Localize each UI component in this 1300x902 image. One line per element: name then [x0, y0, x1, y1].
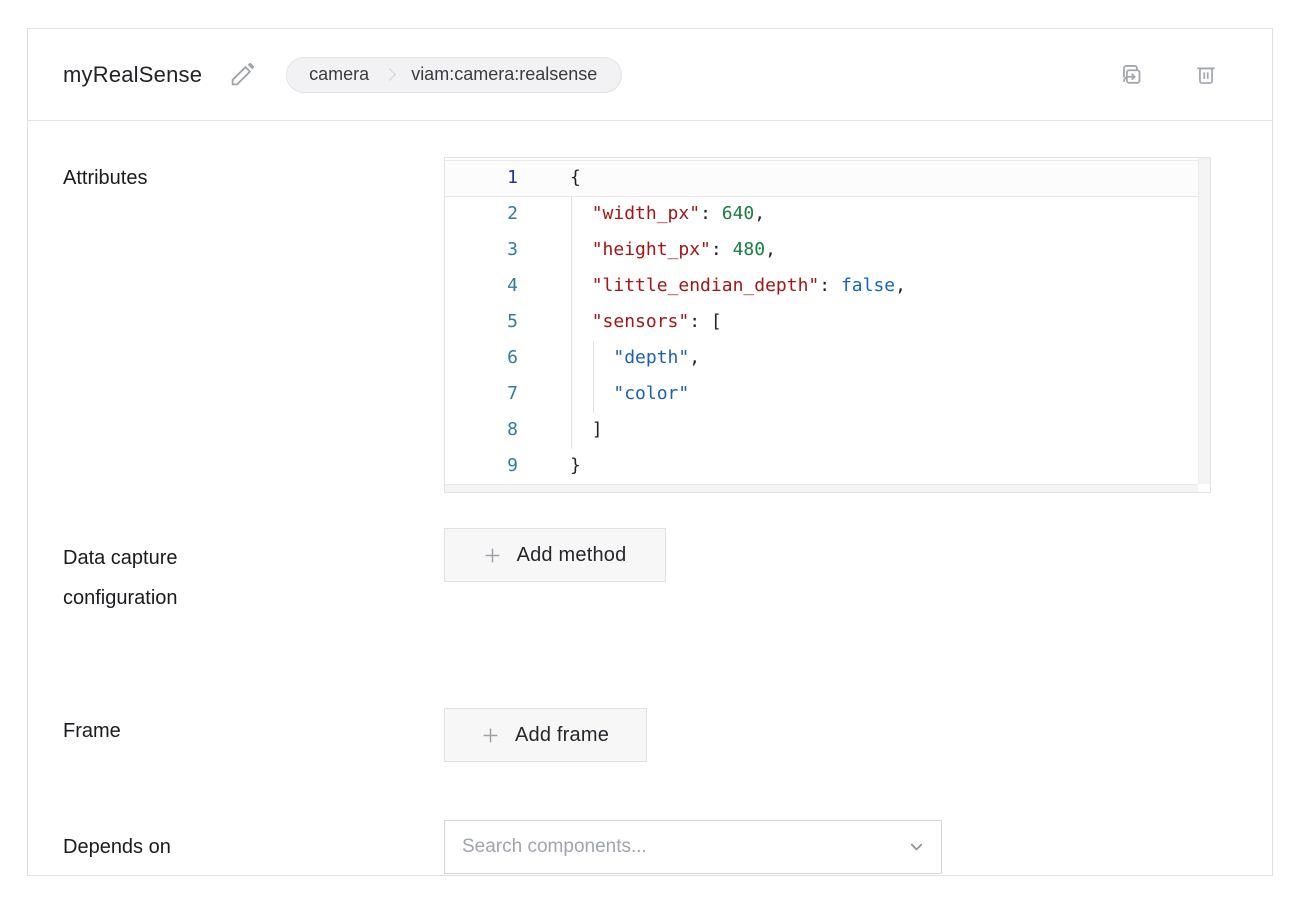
add-frame-button[interactable]: Add frame	[444, 708, 647, 762]
card-header: myRealSense camera viam:camera:realsense	[28, 29, 1272, 121]
plus-icon	[484, 547, 501, 564]
edit-name-button[interactable]	[229, 61, 256, 88]
data-capture-row: Data capture configuration Add method	[28, 528, 1272, 618]
component-name: myRealSense	[63, 62, 202, 88]
data-capture-label: Data capture configuration	[63, 528, 273, 618]
line-number: 4	[445, 268, 518, 304]
line-number: 8	[445, 412, 518, 448]
add-method-label: Add method	[517, 544, 627, 567]
code-line[interactable]: "sensors": [	[570, 304, 1196, 340]
plus-icon	[482, 727, 499, 744]
line-number: 7	[445, 376, 518, 412]
code-line[interactable]: "little_endian_depth": false,	[570, 268, 1196, 304]
attributes-row: Attributes 123456789 { "width_px": 640, …	[28, 157, 1272, 493]
pencil-icon	[229, 61, 256, 88]
type-model-pill: camera viam:camera:realsense	[286, 57, 622, 93]
trash-icon	[1193, 61, 1219, 88]
line-number: 3	[445, 232, 518, 268]
line-number: 1	[445, 160, 518, 196]
frame-row: Frame Add frame	[28, 708, 1272, 762]
line-number: 6	[445, 340, 518, 376]
line-number: 5	[445, 304, 518, 340]
editor-code[interactable]: { "width_px": 640, "height_px": 480, "li…	[570, 160, 1196, 484]
json-editor[interactable]: 123456789 { "width_px": 640, "height_px"…	[444, 157, 1211, 493]
code-line[interactable]: ]	[570, 412, 1196, 448]
attributes-label: Attributes	[63, 157, 444, 191]
add-method-button[interactable]: Add method	[444, 528, 666, 582]
frame-label: Frame	[63, 708, 444, 744]
code-line[interactable]: {	[570, 160, 1196, 196]
duplicate-button[interactable]	[1117, 61, 1144, 88]
depends-on-select	[444, 820, 942, 874]
depends-on-label: Depends on	[63, 820, 444, 860]
add-frame-label: Add frame	[515, 724, 609, 747]
model-label: viam:camera:realsense	[394, 64, 621, 85]
duplicate-icon	[1117, 61, 1144, 88]
code-line[interactable]: "height_px": 480,	[570, 232, 1196, 268]
line-number: 2	[445, 196, 518, 232]
delete-button[interactable]	[1193, 61, 1219, 88]
editor-gutter: 123456789	[445, 160, 518, 484]
editor-vertical-scrollbar[interactable]	[1198, 158, 1210, 484]
code-line[interactable]: "depth",	[570, 340, 1196, 376]
depends-on-row: Depends on	[28, 820, 1272, 874]
search-components-input[interactable]	[444, 820, 942, 874]
type-label: camera	[287, 64, 385, 85]
code-line[interactable]: "color"	[570, 376, 1196, 412]
line-number: 9	[445, 448, 518, 484]
code-line[interactable]: "width_px": 640,	[570, 196, 1196, 232]
header-actions	[1117, 61, 1219, 88]
editor-horizontal-scrollbar[interactable]	[445, 484, 1198, 492]
code-line[interactable]: }	[570, 448, 1196, 484]
component-card: myRealSense camera viam:camera:realsense	[27, 28, 1273, 876]
